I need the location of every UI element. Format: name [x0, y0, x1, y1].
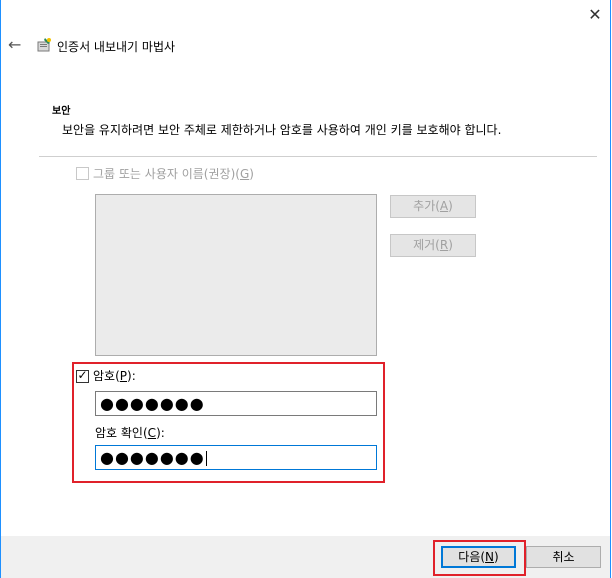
add-button[interactable]: 추가(A)	[390, 195, 476, 218]
back-arrow-icon[interactable]: ←	[8, 36, 24, 54]
section-description: 보안을 유지하려면 보안 주체로 제한하거나 암호를 사용하여 개인 키를 보호…	[62, 123, 502, 137]
certificate-wizard-icon	[37, 38, 51, 52]
section-heading: 보안	[52, 106, 71, 117]
confirm-password-input[interactable]: ●●●●●●●	[95, 445, 377, 470]
wizard-title: 인증서 내보내기 마법사	[57, 40, 176, 54]
group-or-user-checkbox[interactable]	[76, 167, 89, 180]
remove-button[interactable]: 제거(R)	[390, 234, 476, 257]
password-input[interactable]: ●●●●●●●	[95, 391, 377, 416]
next-button[interactable]: 다음(N)	[441, 546, 516, 568]
password-label: 암호(P):	[93, 369, 136, 383]
cancel-button[interactable]: 취소	[526, 546, 601, 568]
divider	[39, 156, 597, 157]
principals-listbox[interactable]	[95, 194, 377, 356]
close-icon[interactable]: ✕	[583, 5, 607, 25]
text-caret	[205, 451, 207, 466]
group-or-user-label: 그룹 또는 사용자 이름(권장)(G)	[93, 167, 254, 181]
confirm-password-label: 암호 확인(C):	[95, 426, 165, 440]
password-checkbox[interactable]: ✓	[76, 368, 89, 383]
checkmark-icon: ✓	[77, 368, 88, 382]
